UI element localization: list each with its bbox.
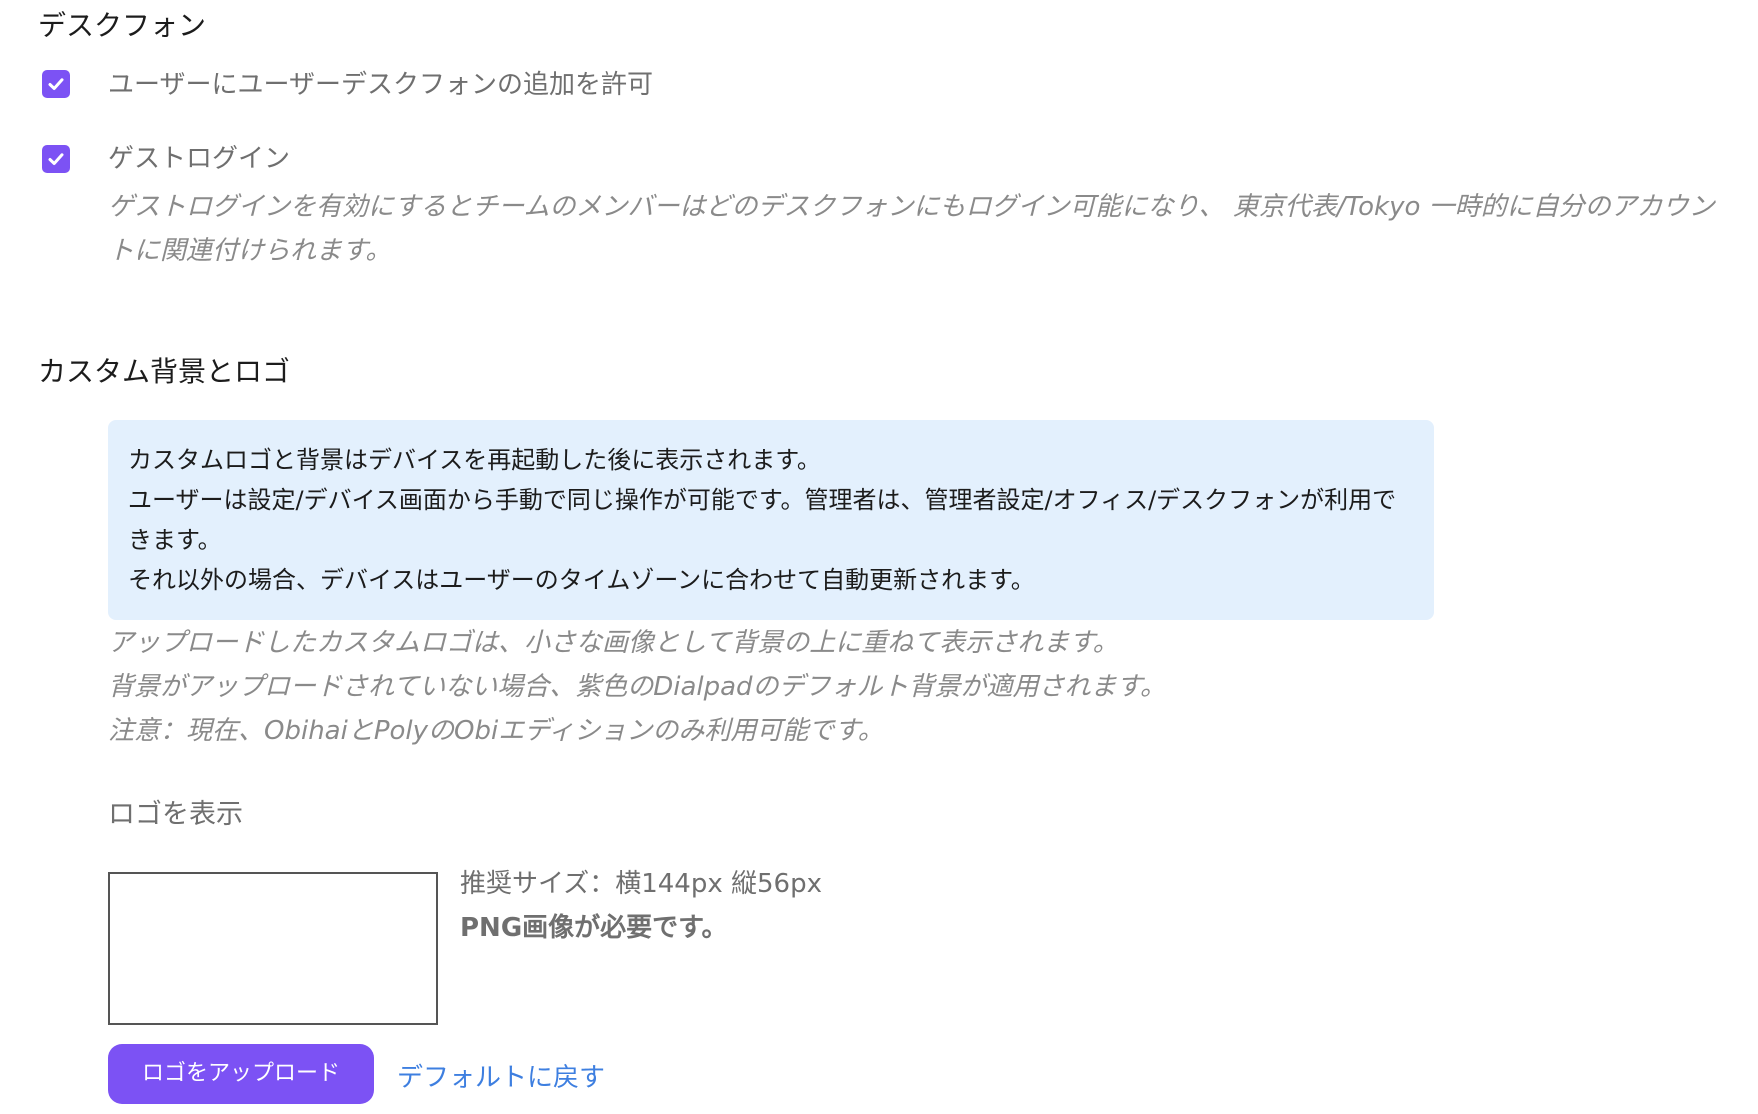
info-line: カスタムロゴと背景はデバイスを再起動した後に表示されます。 <box>128 446 821 474</box>
branding-notes: アップロードしたカスタムロゴは、小さな画像として背景の上に重ねて表示されます。 … <box>108 621 1708 753</box>
custom-branding-section-title: カスタム背景とロゴ <box>38 355 291 388</box>
logo-section-caption: ロゴを表示 <box>108 799 243 830</box>
branding-note: アップロードしたカスタムロゴは、小さな画像として背景の上に重ねて表示されます。 <box>108 628 1119 658</box>
branding-note: 背景がアップロードされていない場合、紫色のDialpadのデフォルト背景が適用さ… <box>108 672 1166 702</box>
info-line: ユーザーは設定/デバイス画面から手動で同じ操作が可能です。管理者は、管理者設定/… <box>128 486 1397 554</box>
logo-preview <box>108 872 438 1025</box>
checkmark-icon <box>48 78 64 90</box>
recommended-size-hint: 推奨サイズ：横144px 縦56px <box>460 869 822 899</box>
reset-to-default-link[interactable]: デフォルトに戻す <box>397 1060 605 1096</box>
info-line: それ以外の場合、デバイスはユーザーのタイムゾーンに合わせて自動更新されます。 <box>128 566 1035 594</box>
guest-login-checkbox[interactable] <box>42 145 70 173</box>
info-banner: カスタムロゴと背景はデバイスを再起動した後に表示されます。 ユーザーは設定/デバ… <box>108 420 1434 620</box>
guest-login-description: ゲストログインを有効にするとチームのメンバーはどのデスクフォンにもログイン可能に… <box>108 192 1715 266</box>
upload-logo-button[interactable]: ロゴをアップロード <box>108 1044 374 1104</box>
allow-user-desk-phone-checkbox[interactable] <box>42 70 70 98</box>
checkmark-icon <box>48 153 64 165</box>
guest-login-label[interactable]: ゲストログイン <box>108 140 290 178</box>
format-requirement-hint: PNG画像が必要です。 <box>460 913 728 943</box>
branding-note: 注意：現在、ObihaiとPolyのObiエディションのみ利用可能です。 <box>108 716 884 746</box>
desk-phone-section-title: デスクフォン <box>38 9 207 42</box>
allow-user-desk-phone-label[interactable]: ユーザーにユーザーデスクフォンの追加を許可 <box>108 66 653 104</box>
